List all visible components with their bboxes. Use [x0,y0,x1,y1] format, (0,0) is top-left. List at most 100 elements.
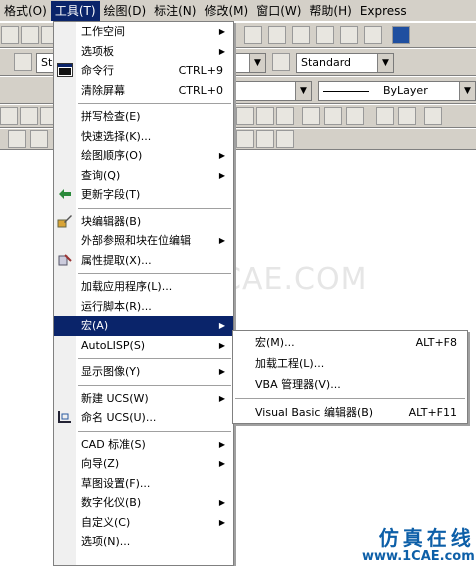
submenu-arrow-icon: ▶ [218,321,225,330]
tools-menu-item-label: 显示图像(Y) [81,365,141,378]
tools-menu-item[interactable]: CAD 标准(S) ▶ [54,435,233,455]
shortcut-label: CTRL+9 [178,64,223,77]
chevron-down-icon[interactable]: ▼ [459,82,475,100]
macro-menu-item[interactable]: Visual Basic 编辑器(B) ALT+F11 [233,402,467,423]
shortcut-label: ALT+F11 [408,406,457,419]
menu-window[interactable]: 窗口(W) [252,1,305,21]
tools-menu-item[interactable]: 工作空间 ▶ [54,22,233,42]
table-style-combo[interactable]: Standard ▼ [296,53,394,73]
logo-title: 仿真在线 [378,526,475,550]
tools-menu-item[interactable]: 命名 UCS(U)... [54,408,233,428]
tools-menu-item-label: 命名 UCS(U)... [81,411,157,424]
tools-menu-item[interactable]: 新建 UCS(W) ▶ [54,389,233,409]
color-combo[interactable]: ▼ [234,81,312,101]
tools-menu-item[interactable]: 属性提取(X)... [54,251,233,271]
markup-icon[interactable] [340,26,358,44]
submenu-arrow-icon: ▶ [218,517,225,527]
dim-style-combo[interactable]: ▼ [234,53,266,73]
tools-menu-item[interactable]: 绘图顺序(O) ▶ [54,146,233,166]
tools-menu-item[interactable]: 清除屏幕 CTRL+0 [54,81,233,101]
submenu-arrow-icon: ▶ [218,170,225,180]
tools-menu-item-label: 工作空间 [81,25,125,38]
3d-rotate-icon[interactable] [398,107,416,125]
chevron-down-icon[interactable]: ▼ [377,54,393,72]
macro-menu-item[interactable]: VBA 管理器(V)... [233,374,467,395]
menu-format[interactable]: 格式(O) [0,1,51,21]
menu-draw[interactable]: 绘图(D) [100,1,151,21]
menu-help[interactable]: 帮助(H) [305,1,355,21]
tools-menu-item-label: 加载应用程序(L)... [81,280,173,293]
3d-move-icon[interactable] [376,107,394,125]
chevron-down-icon[interactable]: ▼ [295,82,311,100]
submenu-arrow-icon: ▶ [218,459,225,468]
linetype-combo[interactable]: ByLayer ▼ [318,81,476,101]
tools-menu-item[interactable]: 更新字段(T) [54,185,233,205]
loft-icon[interactable] [276,107,294,125]
pencil-icon[interactable] [21,26,39,44]
open-icon[interactable] [1,26,19,44]
menu-bar: 格式(O) 工具(T) 绘图(D) 标注(N) 修改(M) 窗口(W) 帮助(H… [0,0,476,22]
tools-menu-item[interactable]: 草图设置(F)... [54,474,233,494]
tools-menu-item-label: 运行脚本(R)... [81,299,152,313]
command-line-icon [57,63,73,78]
subtract-icon[interactable] [324,107,342,125]
properties-icon[interactable] [244,26,262,44]
dim-style-icon[interactable] [272,53,290,71]
menu-separator [235,398,465,399]
submenu-arrow-icon: ▶ [218,27,225,36]
revolve-icon[interactable] [236,107,254,125]
intersect-icon[interactable] [346,107,364,125]
macro-menu-item[interactable]: 宏(M)... ALT+F8 [233,332,467,353]
text-style-icon[interactable] [14,53,32,71]
slice-icon[interactable] [8,130,26,148]
logo-url: www.1CAE.com [362,549,475,564]
align-icon[interactable] [424,107,442,125]
tools-menu-item[interactable]: 选项板 ▶ [54,42,233,62]
shell-icon[interactable] [256,130,274,148]
macro-menu-item[interactable]: 加载工程(L)... [233,353,467,374]
tools-menu-item-label: 属性提取(X)... [81,253,152,267]
tools-menu-item[interactable]: 拼写检查(E) [54,107,233,127]
tools-menu-item-label: 选项(N)... [81,535,131,548]
box-icon[interactable] [0,107,18,125]
tools-menu-item[interactable]: 向导(Z) ▶ [54,454,233,474]
tools-menu-item-label: 查询(Q) [81,168,121,182]
help-icon[interactable] [392,26,410,44]
tools-menu-item[interactable]: 显示图像(Y) ▶ [54,362,233,382]
tools-menu-item-label: 命令行 [81,64,114,77]
menu-separator [78,207,231,209]
chevron-down-icon[interactable]: ▼ [249,54,265,72]
tools-menu-item[interactable]: 选项(N)... [54,532,233,552]
tools-menu-item[interactable]: 快速选择(K)... [54,127,233,147]
tools-menu-item-label: 数字化仪(B) [81,496,142,509]
sheet-set-icon[interactable] [316,26,334,44]
design-center-icon[interactable] [268,26,286,44]
tools-menu-item[interactable]: 命令行 CTRL+9 [54,61,233,81]
tools-menu-item[interactable]: 外部参照和块在位编辑 ▶ [54,231,233,251]
submenu-arrow-icon: ▶ [218,46,225,56]
section-icon[interactable] [30,130,48,148]
separate-icon[interactable] [276,130,294,148]
menu-dimension[interactable]: 标注(N) [150,1,200,21]
tools-menu-item-label: 拼写检查(E) [81,110,141,123]
union-icon[interactable] [302,107,320,125]
tools-menu-item[interactable]: 宏(A) ▶ [54,316,233,336]
tools-menu-item[interactable]: 加载应用程序(L)... [54,277,233,297]
menu-express[interactable]: Express [356,1,411,21]
tools-menu-item[interactable]: 查询(Q) ▶ [54,166,233,186]
tools-menu-item[interactable]: 自定义(C) ▶ [54,513,233,533]
tools-menu-item[interactable]: 块编辑器(B) [54,212,233,232]
tools-menu: 工作空间 ▶ 选项板 ▶ 命令行 CTRL+9 清除屏幕 CTRL+0 拼写检查(E) 快速选择(… [53,21,234,566]
tools-menu-item[interactable]: 运行脚本(R)... [54,297,233,317]
tool-palette-icon[interactable] [292,26,310,44]
submenu-arrow-icon: ▶ [218,340,225,350]
menu-tools[interactable]: 工具(T) [50,0,100,21]
tools-menu-item[interactable]: 数字化仪(B) ▶ [54,493,233,513]
tools-menu-item[interactable]: AutoLISP(S) ▶ [54,336,233,356]
text-style-combo[interactable]: St [36,53,54,73]
extrude-face-icon[interactable] [236,130,254,148]
sweep-icon[interactable] [256,107,274,125]
calculator-icon[interactable] [364,26,382,44]
wedge-icon[interactable] [20,107,38,125]
menu-modify[interactable]: 修改(M) [200,1,252,21]
